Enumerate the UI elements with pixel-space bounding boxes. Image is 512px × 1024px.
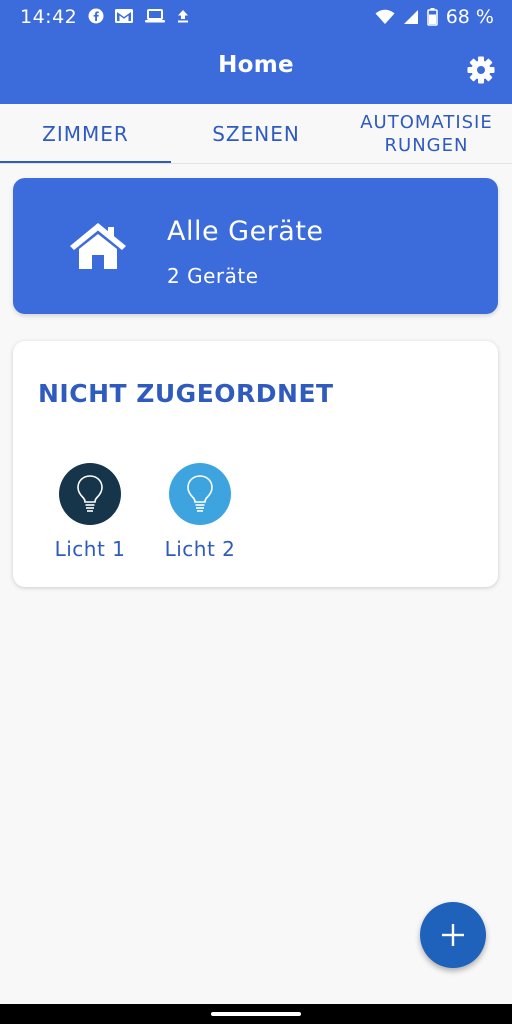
tab-szenen[interactable]: SZENEN [171,104,341,164]
tab-automatisierungen-label-line1: AUTOMATISIE [360,112,493,133]
status-time: 14:42 [20,6,78,28]
facebook-icon [88,8,104,24]
wifi-icon [375,9,395,24]
lightbulb-icon [77,475,103,512]
tab-bar: ZIMMER SZENEN AUTOMATISIE RUNGEN [0,104,512,164]
unassigned-group-card: NICHT ZUGEORDNET Licht 1 Licht 2 [13,341,498,587]
device-licht-1[interactable]: Licht 1 [40,463,140,561]
all-devices-count: 2 Geräte [167,264,259,288]
navigation-bar [0,1004,512,1024]
tab-divider [0,163,512,164]
system-status: 68 % [375,6,494,28]
device-licht-1-label: Licht 1 [54,537,126,561]
gear-icon[interactable] [467,56,495,84]
device-licht-2-label: Licht 2 [164,537,236,561]
all-devices-title: Alle Geräte [167,216,324,247]
group-title: NICHT ZUGEORDNET [38,379,334,408]
battery-icon [426,8,438,26]
device-licht-2[interactable]: Licht 2 [150,463,250,561]
home-icon [70,223,126,269]
tab-automatisierungen-label: AUTOMATISIE RUNGEN [360,111,493,157]
app-bar: 14:42 68 % Home [0,0,512,104]
tab-szenen-label: SZENEN [212,122,300,146]
gmail-icon [115,9,133,23]
page-title: Home [218,52,294,78]
device-licht-1-bulb [59,463,121,525]
tab-automatisierungen-label-line2: RUNGEN [384,135,469,156]
tab-zimmer[interactable]: ZIMMER [0,104,171,164]
status-bar: 14:42 68 % [0,0,512,36]
tab-automatisierungen[interactable]: AUTOMATISIE RUNGEN [341,104,512,164]
device-licht-2-bulb [169,463,231,525]
upload-icon [178,10,188,23]
add-button[interactable] [420,902,486,968]
laptop-icon [145,9,165,23]
notification-icons [88,8,190,24]
plus-icon [442,924,464,946]
battery-percent: 68 % [445,6,494,28]
all-devices-card[interactable]: Alle Geräte 2 Geräte [13,178,498,314]
lightbulb-icon [187,475,213,512]
signal-icon [403,10,418,24]
gesture-handle[interactable] [211,1012,301,1016]
tab-zimmer-label: ZIMMER [42,122,129,146]
